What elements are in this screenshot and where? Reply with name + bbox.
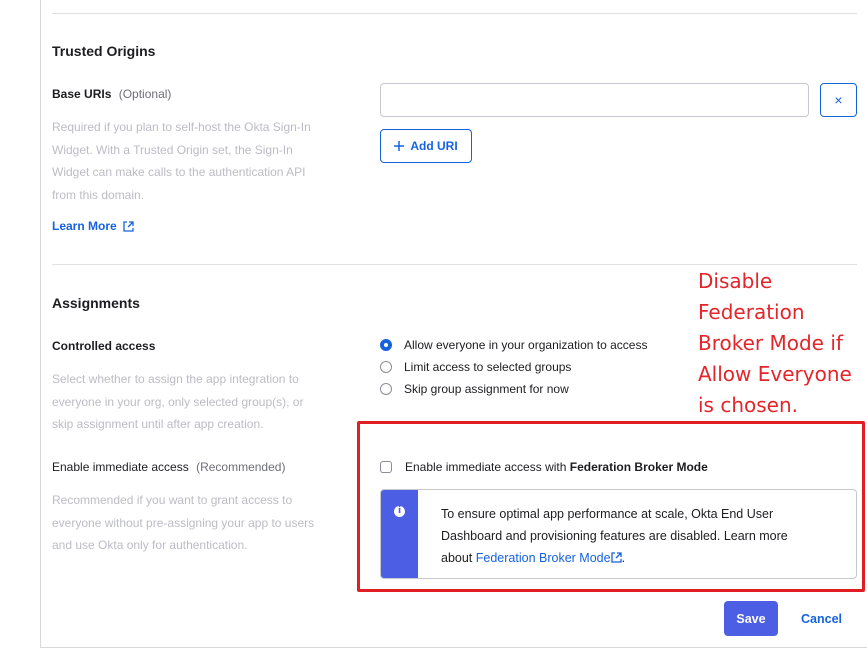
radio-allow-everyone[interactable]: Allow everyone in your organization to a…	[380, 338, 647, 352]
radio-selected-icon[interactable]	[380, 339, 392, 351]
help-line: skip assignment until after app creation…	[52, 417, 264, 431]
divider-middle	[52, 264, 857, 265]
cancel-button[interactable]: Cancel	[801, 601, 842, 636]
plus-icon	[394, 141, 405, 151]
learn-more-label[interactable]: Learn More	[52, 219, 117, 233]
optional-tag: (Optional)	[118, 87, 172, 101]
help-line: Select whether to assign the app integra…	[52, 372, 299, 386]
base-uris-label: Base URIs	[52, 87, 112, 101]
radio-limit-groups[interactable]: Limit access to selected groups	[380, 360, 571, 374]
annotation-line: Disable	[698, 269, 773, 293]
section-title-trusted-origins: Trusted Origins	[52, 43, 156, 59]
recommended-tag: (Recommended)	[196, 460, 286, 474]
radio-label: Limit access to selected groups	[404, 360, 572, 374]
immediate-access-help: Recommended if you want to grant access …	[52, 489, 362, 557]
radio-skip-assignment[interactable]: Skip group assignment for now	[380, 382, 569, 396]
help-line: everyone in your org, only selected grou…	[52, 394, 304, 409]
help-line: and use Okta only for authentication.	[52, 538, 248, 552]
radio-icon[interactable]	[380, 383, 392, 395]
help-line: Widget. With a Trusted Origin set, the S…	[52, 142, 293, 157]
external-link-icon	[123, 220, 134, 232]
controlled-access-help: Select whether to assign the app integra…	[52, 368, 352, 436]
help-line: Required if you plan to self-host the Ok…	[52, 120, 311, 134]
help-line: Widget can make calls to the authenticat…	[52, 165, 306, 179]
annotation-line: Federation	[698, 300, 805, 324]
divider-top	[52, 13, 857, 14]
annotation-note: Disable Federation Broker Mode if Allow …	[698, 266, 863, 421]
immediate-access-label: Enable immediate access	[52, 460, 189, 474]
annotation-highlight-box	[357, 421, 865, 592]
annotation-line: Allow Everyone	[698, 362, 852, 386]
annotation-line: Broker Mode if	[698, 331, 843, 355]
annotation-line: is chosen.	[698, 393, 798, 417]
controlled-access-label: Controlled access	[52, 339, 156, 353]
remove-uri-button[interactable]: ×	[820, 83, 857, 117]
help-line: everyone without pre-assigning your app …	[52, 515, 315, 530]
radio-icon[interactable]	[380, 361, 392, 373]
help-line: from this domain.	[52, 187, 145, 202]
help-line: Recommended if you want to grant access …	[52, 493, 293, 507]
immediate-access-label-row: Enable immediate access (Recommended)	[52, 460, 285, 474]
base-uris-help: Required if you plan to self-host the Ok…	[52, 116, 352, 206]
base-uri-input[interactable]	[380, 83, 809, 117]
add-uri-button[interactable]: Add URI	[380, 129, 472, 163]
add-uri-label: Add URI	[410, 139, 458, 153]
learn-more-link[interactable]: Learn More	[52, 219, 134, 233]
radio-label: Skip group assignment for now	[404, 382, 569, 396]
radio-label: Allow everyone in your organization to a…	[404, 338, 648, 352]
section-title-assignments: Assignments	[52, 295, 140, 311]
base-uris-label-row: Base URIs (Optional)	[52, 87, 171, 101]
close-icon: ×	[834, 92, 843, 108]
save-button[interactable]: Save	[724, 601, 778, 636]
